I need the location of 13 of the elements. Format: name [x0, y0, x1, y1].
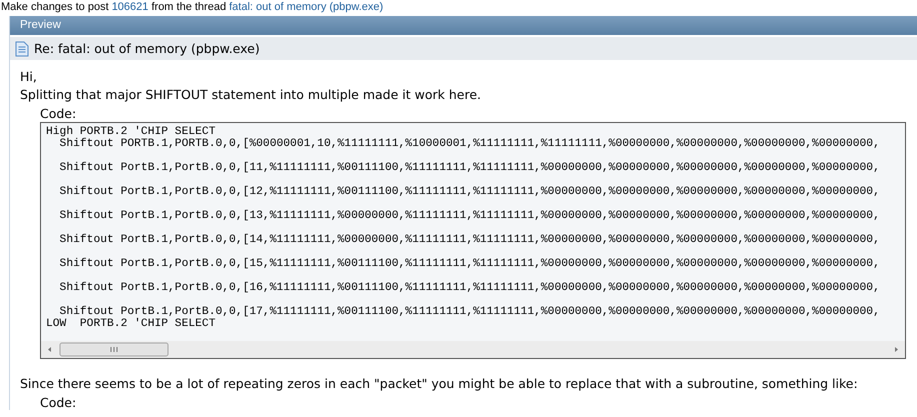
preview-header: Preview: [10, 16, 917, 35]
document-icon: [15, 40, 29, 56]
thread-link[interactable]: fatal: out of memory (pbpw.exe): [229, 1, 384, 13]
post-link[interactable]: 106621: [112, 1, 148, 13]
post-title: Re: fatal: out of memory (pbpw.exe): [34, 41, 260, 56]
post-text: Splitting that major SHIFTOUT statement into multiple made it work here.: [20, 86, 482, 104]
code-text: High PORTB.2 'CHIP SELECT Shiftout PORTB.1,PORTB.0,0,[%00000001,10,%11111111,%10000001,%11111111,%11111111,%00000000,%00000000,%00000000,%00000000, Shiftout PortB.1,PortB.0,0,[11,%11111111,%00111100,%11111111,%11111111,%00000000,%00000000,%00000000,%00000000,%00000000, Shiftout PortB.1,PortB.0,0,[12,%11111111,%00111100,%11111111,%11111111,%00000000,%00000000,%00000000,%00000000,%00000000, Shiftout PortB.1,PortB.0,0,[13,%11111111,%00000000,%11111111,%11111111,%00000000,%00000000,%00000000,%00000000,%00000000, Shiftout PortB.1,PortB.0,0,[14,%11111111,%00000000,%11111111,%11111111,%00000000,%00000000,%00000000,%00000000,%00000000, Shiftout PortB.1,PortB.0,0,[15,%11111111,%00111100,%11111111,%11111111,%00000000,%00000000,%00000000,%00000000,%00000000, Shiftout PortB.1,PortB.0,0,[16,%11111111,%00111100,%11111111,%11111111,%00000000,%00000000,%00000000,%00000000,%00000000, Shiftout PortB.1,PortB.0,0,[17,%11111111,%00111100,%11111111,%11111111,%00000000,%00000000,%00000000,%00000000,%00000000, LOW PORTB.2 'CHIP SELECT: [45, 124, 881, 332]
code-label: Code:: [40, 106, 78, 121]
horizontal-scrollbar[interactable]: [41, 341, 905, 358]
post-text: Since there seems to be a lot of repeating zeros in each "packet" you might be able to replace that with a subroutine, something like:: [20, 375, 859, 393]
post-text: Hi,: [20, 68, 38, 86]
edit-notice: Make changes to post 106621 from the thread fatal: out of memory (pbpw.exe): [0, 0, 384, 15]
code-label: Code:: [40, 395, 78, 410]
